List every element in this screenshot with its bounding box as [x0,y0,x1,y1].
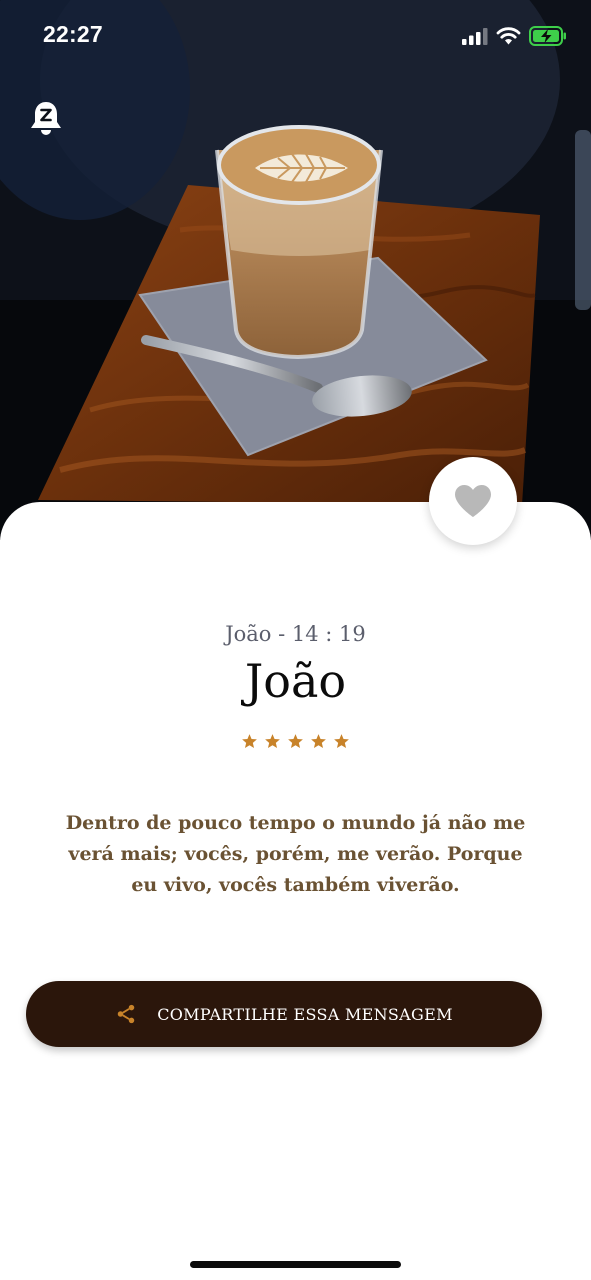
status-time: 22:27 [43,21,103,47]
status-icons [462,24,567,48]
star-icon [311,734,326,749]
hero-image [0,0,591,540]
star-icon [288,734,303,749]
wifi-icon [496,27,521,45]
coffee-photo [0,0,591,540]
bell-z-icon [31,102,61,135]
home-indicator[interactable] [190,1261,401,1268]
verse-screen: 22:27 João - 14: 19 João Dentro de pouc… [0,0,591,1280]
verse-text: Dentro de pouco tempo o mundo já não me … [65,812,526,896]
heart-icon [455,485,491,517]
verse-reference: João - 14 : 19 [225,622,366,646]
share-button-label: COMPARTILHE ESSA MENSAGEM [157,1004,453,1024]
status-bar: 22:27 [0,0,591,70]
battery-charging-icon [529,26,566,46]
star-icon [334,734,349,749]
share-icon [117,1004,135,1024]
star-icon [265,734,280,749]
rating-stars [0,733,591,750]
book-title: João [244,654,347,708]
share-message-button[interactable]: COMPARTILHE ESSA MENSAGEM [26,981,542,1047]
star-icon [242,734,257,749]
cellular-signal-icon [462,28,488,45]
favorite-button[interactable] [429,457,517,545]
notification-bell-button[interactable] [28,100,64,138]
